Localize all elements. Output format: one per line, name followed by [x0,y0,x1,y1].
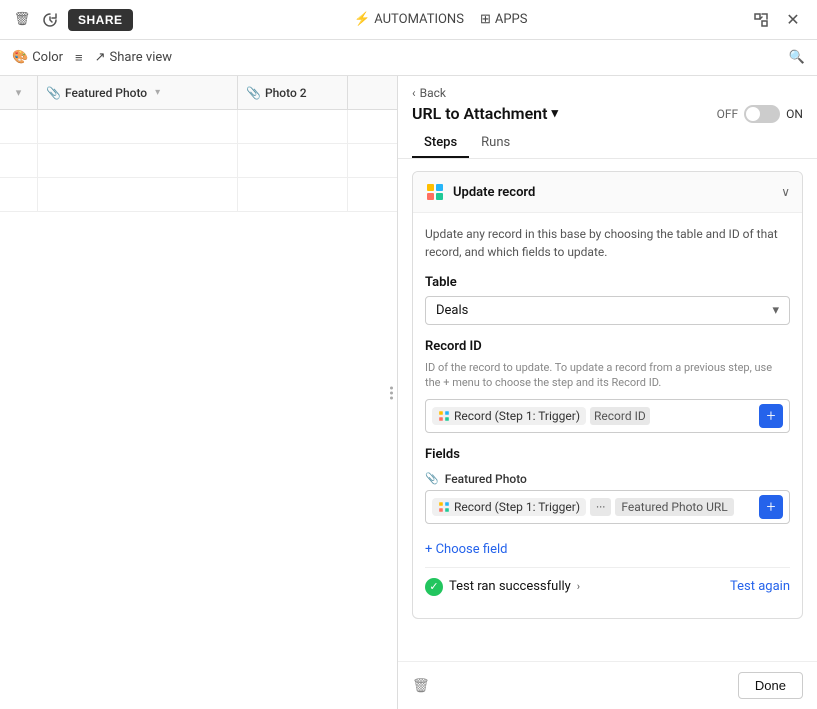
test-section: ✓ Test ran successfully › Test again [425,567,790,606]
featured-photo-trigger-icon [438,501,450,513]
apps-label: APPS [495,12,528,27]
tab-steps[interactable]: Steps [412,129,469,158]
trigger-pill-text: Record (Step 1: Trigger) [454,409,580,423]
panel-body: Update record ∨ Update any record in thi… [398,159,817,661]
table-field-label: Table [425,275,790,290]
expand-button[interactable] [749,8,773,32]
panel-header: ‹ Back URL to Attachment ▾ OFF ON Steps [398,76,817,159]
panel-title-caret: ▾ [552,106,559,121]
featured-photo-pill-row: Record (Step 1: Trigger) ··· Featured Ph… [425,490,790,524]
toggle-on-label: ON [786,107,803,121]
add-record-id-button[interactable]: + [759,404,783,428]
top-toolbar: 🗑 SHARE ⚡ AUTOMATIONS ⊞ APPS ✕ [0,0,817,40]
success-icon: ✓ [425,578,443,596]
share-view-icon: ↗ [95,50,106,65]
share-button[interactable]: SHARE [68,9,133,31]
record-id-label: Record ID [425,339,790,354]
featured-photo-field-icon: 📎 [425,472,439,485]
share-view-label: Share view [110,50,172,65]
apps-link[interactable]: ⊞ APPS [480,12,528,27]
test-again-button[interactable]: Test again [730,579,790,594]
trigger-pill[interactable]: Record (Step 1: Trigger) [432,407,586,425]
close-button[interactable]: ✕ [781,8,805,32]
search-icon: 🔍 [789,50,805,65]
panel-tabs: Steps Runs [412,129,803,158]
test-expand-icon[interactable]: › [577,580,580,593]
bottom-bar: 🗑 Done [398,661,817,709]
panel-title-row: URL to Attachment ▾ OFF ON [412,104,803,123]
table-row [0,110,397,144]
test-left: ✓ Test ran successfully › [425,578,580,596]
table-row [0,178,397,212]
table-dropdown[interactable]: Deals ▾ [425,296,790,325]
panel-resize-handle[interactable] [386,382,397,403]
fields-section-label: Fields [425,447,790,462]
color-label: Color [32,50,63,65]
automations-icon: ⚡ [354,12,370,27]
featured-photo-field-name: Featured Photo [445,472,527,486]
choose-field-link[interactable]: + Choose field [425,542,507,557]
back-icon: ‹ [412,86,416,100]
step-header-left: Update record [425,182,535,202]
step-collapse-icon: ∨ [781,185,790,199]
featured-photo-field-row: 📎 Featured Photo R [425,472,790,524]
add-featured-photo-button[interactable]: + [759,495,783,519]
done-button[interactable]: Done [738,672,803,699]
test-label: Test ran successfully [449,579,571,594]
step-delete-icon[interactable]: 🗑 [412,678,430,694]
step-description: Update any record in this base by choosi… [425,225,790,261]
list-icon: ≡ [75,50,83,66]
panel-title-text: URL to Attachment [412,104,548,123]
featured-photo-sep: ··· [590,498,611,516]
table-dropdown-value: Deals [436,303,468,318]
search-tool[interactable]: 🔍 [789,50,805,65]
table-area: ▾ 📎 Featured Photo ▾ 📎 Photo 2 [0,76,397,709]
tab-runs[interactable]: Runs [469,129,522,158]
main-area: ▾ 📎 Featured Photo ▾ 📎 Photo 2 [0,76,817,709]
back-button[interactable]: ‹ Back [412,86,803,100]
table-dropdown-arrow: ▾ [772,303,779,318]
delete-icon[interactable]: 🗑 [12,10,32,30]
table-row [0,144,397,178]
record-id-pill-row: Record (Step 1: Trigger) Record ID + [425,399,790,433]
toggle-thumb [746,107,760,121]
list-tool[interactable]: ≡ [75,50,83,66]
automation-panel: ‹ Back URL to Attachment ▾ OFF ON Steps [397,76,817,709]
record-id-pill-sep: Record ID [590,407,650,425]
toggle-off-label: OFF [717,107,739,121]
toolbar-center: ⚡ AUTOMATIONS ⊞ APPS [354,12,527,27]
color-icon: 🎨 [12,50,28,65]
toolbar-left: 🗑 SHARE [12,9,133,31]
apps-icon: ⊞ [480,12,491,27]
featured-photo-url-pill: Featured Photo URL [615,498,733,516]
automations-link[interactable]: ⚡ AUTOMATIONS [354,12,464,27]
toggle-row: OFF ON [717,105,803,123]
automation-toggle[interactable] [744,105,780,123]
history-icon[interactable] [40,10,60,30]
featured-photo-trigger-text: Record (Step 1: Trigger) [454,500,580,514]
back-label: Back [420,86,446,100]
toolbar-right: ✕ [749,8,805,32]
column-headers: ▾ 📎 Featured Photo ▾ 📎 Photo 2 [0,76,397,110]
view-toolbar: 🎨 Color ≡ ↗ Share view 🔍 [0,40,817,76]
col-header-expand: ▾ [0,76,38,109]
record-id-sublabel: ID of the record to update. To update a … [425,360,790,391]
col-header-featured-photo[interactable]: 📎 Featured Photo ▾ [38,76,238,109]
color-tool[interactable]: 🎨 Color [12,50,63,65]
panel-title[interactable]: URL to Attachment ▾ [412,104,558,123]
step-card: Update record ∨ Update any record in thi… [412,171,803,619]
trigger-pill-icon [438,410,450,422]
attachment-icon: 📎 [46,86,61,100]
col-header-photo2[interactable]: 📎 Photo 2 [238,76,348,109]
step-title: Update record [453,185,535,200]
step-logo-icon [425,182,445,202]
step-header[interactable]: Update record ∨ [413,172,802,213]
attachment-icon-2: 📎 [246,86,261,100]
step-body: Update any record in this base by choosi… [413,213,802,618]
featured-photo-trigger-pill[interactable]: Record (Step 1: Trigger) [432,498,586,516]
automations-label: AUTOMATIONS [374,12,464,27]
share-view-tool[interactable]: ↗ Share view [95,50,172,65]
